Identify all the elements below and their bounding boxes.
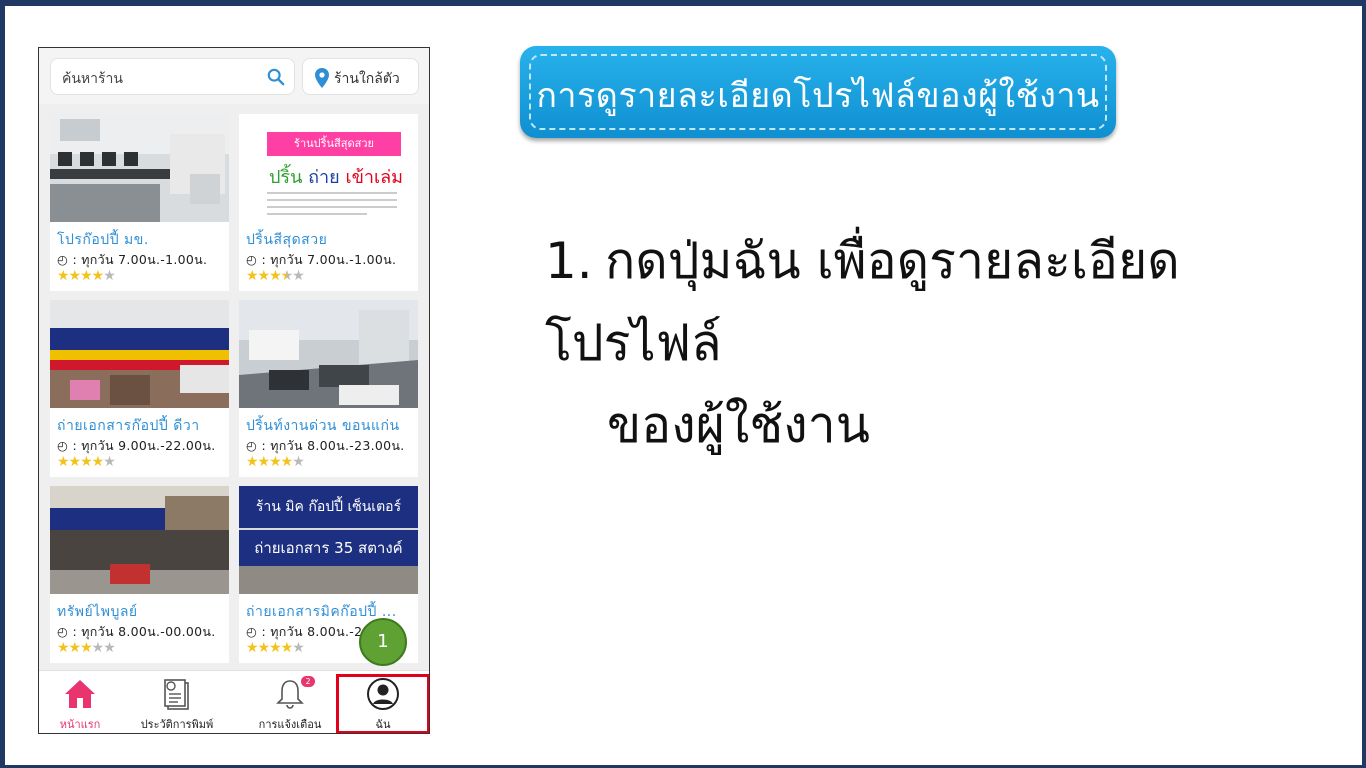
- shop-card[interactable]: ถ่ายเอกสารก๊อปปี้ ดีวา ◴ : ทุกวัน 9.00น.…: [50, 300, 229, 477]
- shop-sign-services: ปริ้น ถ่าย เข้าเล่ม: [269, 167, 404, 188]
- highlight-box: [336, 674, 429, 733]
- instruction-line1: 1. กดปุ่มฉัน เพื่อดูรายละเอียดโปรไฟล์: [545, 220, 1325, 384]
- shop-hours: ◴ : ทุกวัน 7.00น.-1.00น.: [246, 252, 397, 267]
- shop-card[interactable]: ร้านปริ้นสีสุดสวย ปริ้น ถ่าย เข้าเล่ม ปร…: [239, 114, 418, 291]
- nav-print-history[interactable]: ประวัติการพิมพ์: [129, 671, 225, 733]
- home-icon: [65, 680, 95, 708]
- shop-name: ปริ้นสีสุดสวย: [246, 232, 328, 248]
- instruction-number: 1.: [545, 232, 593, 290]
- shop-hours: ◴ : ทุกวัน 8.00น.-2: [246, 624, 363, 639]
- shop-hours: ◴ : ทุกวัน 7.00น.-1.00น.: [57, 252, 208, 267]
- nearby-shops-button[interactable]: ร้านใกล้ตัว: [302, 58, 419, 95]
- shop-rating: ★★★★★: [57, 640, 116, 656]
- location-pin-icon: [315, 68, 329, 88]
- shop-name: โปรก๊อปปี้ มข.: [57, 232, 149, 248]
- shop-photo: [239, 300, 418, 408]
- search-icon[interactable]: [267, 68, 285, 86]
- search-input[interactable]: ค้นหาร้าน: [50, 58, 295, 95]
- search-placeholder: ค้นหาร้าน: [62, 71, 123, 87]
- shop-rating: ★★★★★: [246, 454, 305, 470]
- shop-card[interactable]: ทรัพย์ไพบูลย์ ◴ : ทุกวัน 8.00น.-00.00น. …: [50, 486, 229, 663]
- notification-badge: 2: [301, 676, 315, 687]
- title-banner: การดูรายละเอียดโปรไฟล์ของผู้ใช้งาน: [520, 46, 1116, 138]
- shop-photo: [50, 300, 229, 408]
- shop-hours: ◴ : ทุกวัน 8.00น.-00.00น.: [57, 624, 216, 639]
- nav-home-label: หน้าแรก: [59, 718, 101, 731]
- shop-card[interactable]: ปริ้นท์งานด่วน ขอนแก่น ◴ : ทุกวัน 8.00น.…: [239, 300, 418, 477]
- shop-sign-line2: ถ่ายเอกสาร 35 สตางค์: [239, 528, 418, 566]
- shop-rating: ★★★★★: [246, 640, 305, 656]
- shop-name: ถ่ายเอกสารก๊อปปี้ ดีวา: [57, 418, 200, 434]
- shop-rating: ★★★★★: [57, 454, 116, 470]
- banner-title: การดูรายละเอียดโปรไฟล์ของผู้ใช้งาน: [536, 76, 1100, 116]
- shop-card[interactable]: โปรก๊อปปี้ มข. ◴ : ทุกวัน 7.00น.-1.00น. …: [50, 114, 229, 291]
- instruction-line2: ของผู้ใช้งาน: [607, 396, 870, 454]
- shop-sign-line1: ร้าน มิค ก๊อปปี้ เซ็นเตอร์: [239, 486, 418, 528]
- shop-sign-title: ร้านปริ้นสีสุดสวย: [267, 132, 401, 156]
- shop-name: ปริ้นท์งานด่วน ขอนแก่น: [246, 418, 400, 434]
- nav-history-label: ประวัติการพิมพ์: [140, 718, 214, 731]
- nav-notifications-label: การแจ้งเตือน: [258, 718, 322, 731]
- nearby-label: ร้านใกล้ตัว: [334, 71, 400, 87]
- shop-rating: ★★★★★: [57, 268, 116, 284]
- shop-name: ทรัพย์ไพบูลย์: [57, 604, 138, 620]
- shop-photo: ร้าน มิค ก๊อปปี้ เซ็นเตอร์ ถ่ายเอกสาร 35…: [239, 486, 418, 594]
- nav-home[interactable]: หน้าแรก: [39, 671, 121, 733]
- shop-photo: ร้านปริ้นสีสุดสวย ปริ้น ถ่าย เข้าเล่ม: [239, 114, 418, 222]
- step-marker: 1: [359, 618, 407, 666]
- print-history-icon: [164, 679, 189, 710]
- shop-hours: ◴ : ทุกวัน 8.00น.-23.00น.: [246, 438, 405, 453]
- phone-screen: ค้นหาร้าน ร้านใกล้ตัว โปรก๊อปปี้ มข. ◴:…: [38, 47, 430, 734]
- shop-photo: [50, 486, 229, 594]
- search-bar: ค้นหาร้าน ร้านใกล้ตัว: [39, 48, 429, 104]
- shop-rating: ★★★★★: [246, 268, 305, 284]
- nav-notifications[interactable]: 2 การแจ้งเตือน: [245, 671, 335, 733]
- instruction-text: 1. กดปุ่มฉัน เพื่อดูรายละเอียดโปรไฟล์ ของ…: [545, 220, 1325, 466]
- shop-hours: ◴ : ทุกวัน 9.00น.-22.00น.: [57, 438, 216, 453]
- shop-photo: [50, 114, 229, 222]
